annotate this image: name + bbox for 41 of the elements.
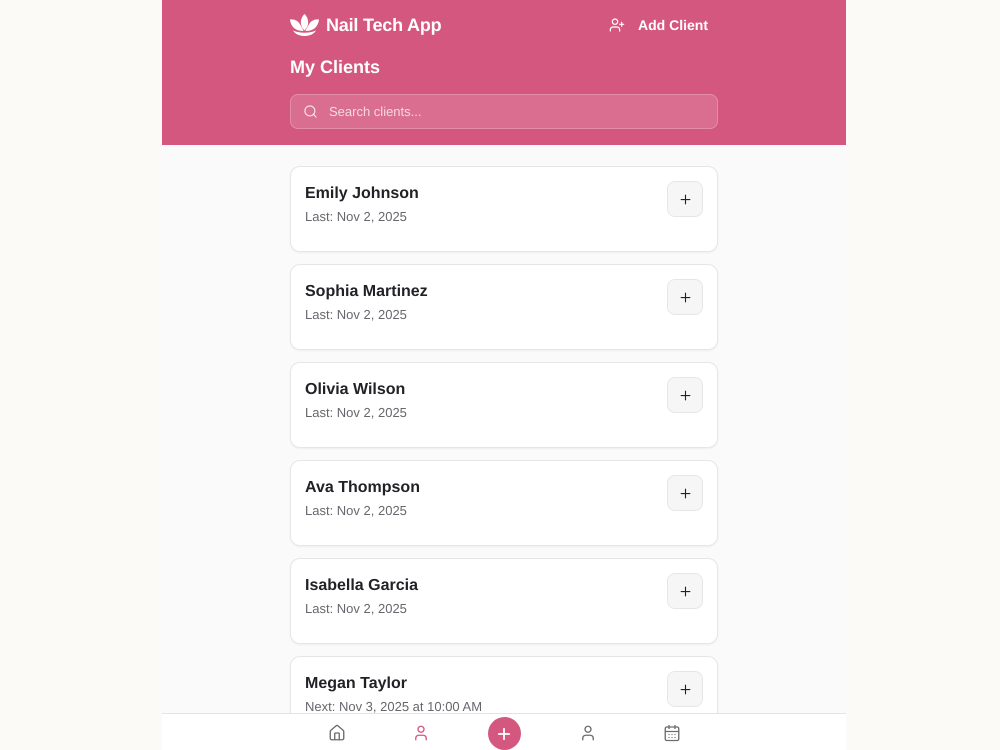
page-title: My Clients	[290, 56, 382, 78]
add-visit-button[interactable]	[667, 377, 703, 413]
plus-icon	[678, 486, 692, 500]
client-card[interactable]: Sophia Martinez Last: Nov 2, 2025	[290, 264, 718, 350]
client-card[interactable]: Megan Taylor Next: Nov 3, 2025 at 10:00 AM	[290, 656, 718, 713]
client-card[interactable]: Emily Johnson Last: Nov 2, 2025	[290, 166, 718, 252]
visit-date: Last: Nov 2, 2025	[305, 405, 407, 420]
client-name: Emily Johnson	[305, 184, 419, 204]
client-name: Megan Taylor	[305, 674, 408, 694]
client-name: Sophia Martinez	[305, 282, 428, 302]
visit-date: Last: Nov 2, 2025	[305, 503, 408, 518]
visit-date: Last: Nov 2, 2025	[305, 601, 408, 616]
search-input[interactable]: Search clients...	[329, 102, 705, 121]
client-name: Olivia Wilson	[305, 380, 406, 400]
plus-icon	[678, 290, 692, 304]
search-field[interactable]: Search clients...	[290, 94, 718, 129]
client-card[interactable]: Olivia Wilson Last: Nov 2, 2025	[290, 362, 718, 448]
client-card[interactable]: Ava Thompson Last: Nov 2, 2025	[290, 460, 718, 546]
visit-date: Last: Nov 2, 2025	[305, 209, 408, 224]
add-visit-button[interactable]	[667, 475, 703, 511]
visit-date: Last: Nov 2, 2025	[305, 307, 408, 322]
add-visit-button[interactable]	[667, 671, 703, 707]
search-icon	[303, 104, 318, 119]
add-visit-button[interactable]	[667, 181, 703, 217]
add-visit-button[interactable]	[667, 279, 703, 315]
lotus-logo-icon	[290, 14, 319, 36]
calendar-icon	[662, 724, 680, 742]
add-client-button[interactable]: Add Client	[609, 13, 718, 37]
add-visit-button[interactable]	[667, 573, 703, 609]
plus-icon	[678, 584, 692, 598]
add-fab-button[interactable]	[488, 717, 520, 750]
client-card[interactable]: Isabella Garcia Last: Nov 2, 2025	[290, 558, 718, 644]
plus-icon	[678, 192, 692, 206]
client-name: Isabella Garcia	[305, 576, 418, 596]
visit-date: Next: Nov 3, 2025 at 10:00 AM	[305, 699, 482, 713]
home-icon	[328, 724, 346, 742]
plus-icon	[678, 682, 692, 696]
client-name: Ava Thompson	[305, 478, 420, 498]
plus-icon	[678, 388, 692, 402]
user-plus-icon	[609, 17, 625, 33]
app-title: Nail Tech App	[326, 14, 442, 36]
